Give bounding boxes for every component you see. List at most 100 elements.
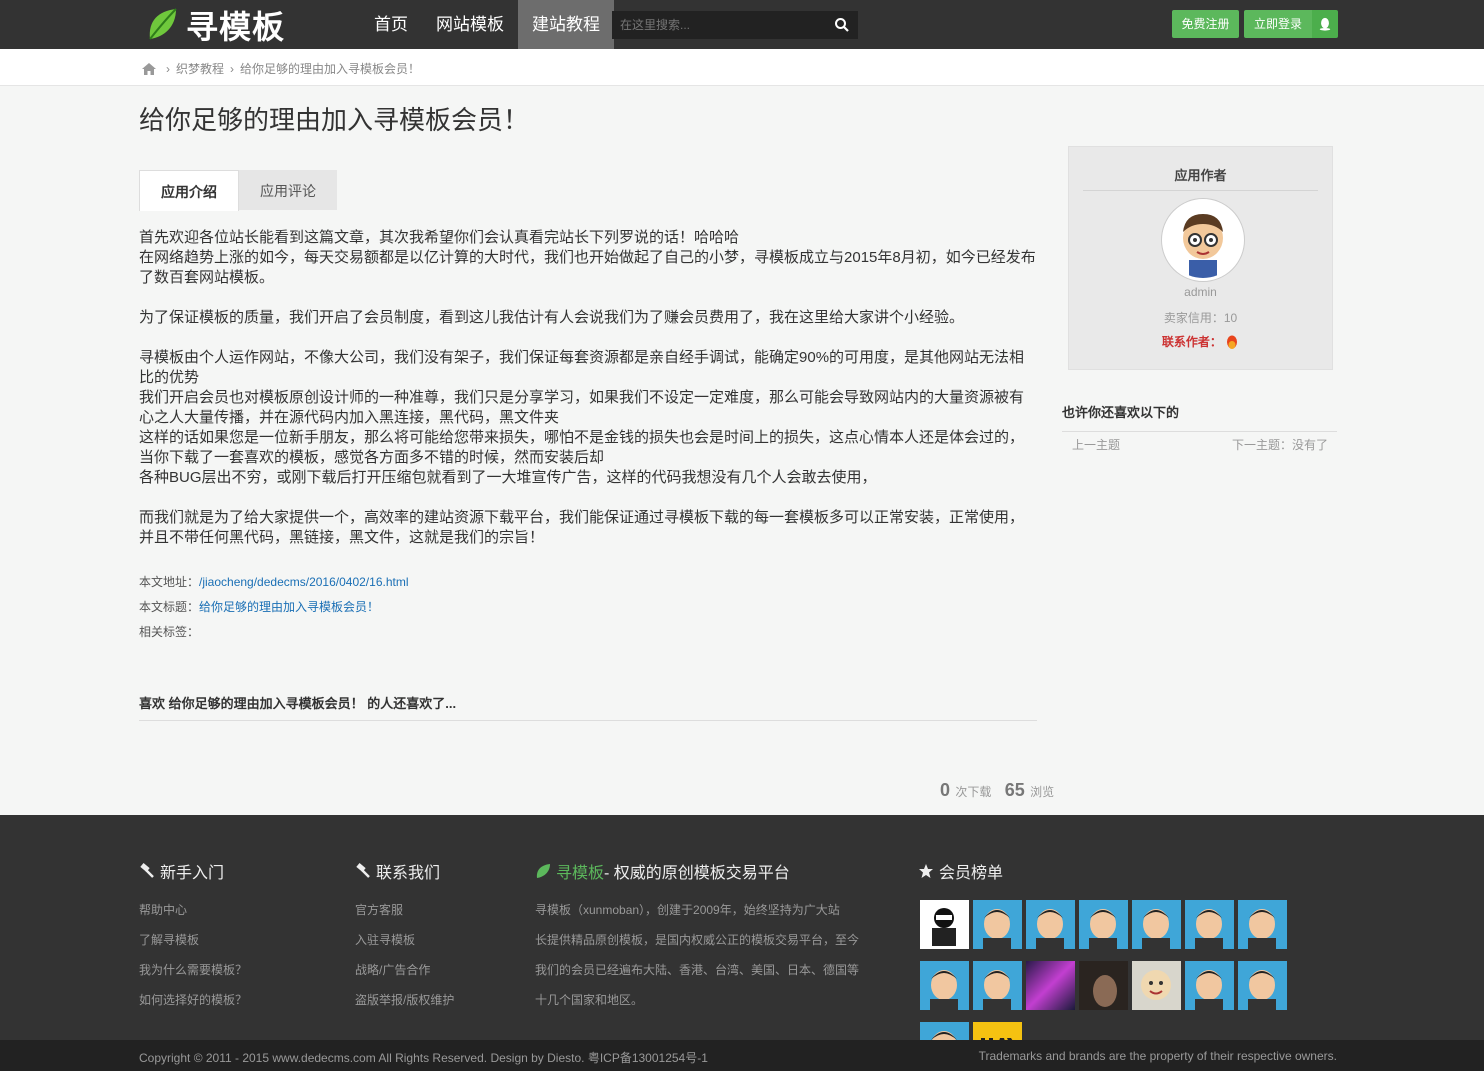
author-card-heading: 应用作者 xyxy=(1083,165,1318,191)
member-avatar[interactable] xyxy=(1026,961,1075,1010)
footer-link-join[interactable]: 入驻寻模板 xyxy=(355,925,454,955)
article-paragraph: 在网络趋势上涨的如今，每天交易额都是以亿计算的大时代，我们也开始做起了自己的小梦… xyxy=(139,249,1036,286)
member-avatar[interactable] xyxy=(1185,961,1234,1010)
footer-heading: 新手入门 xyxy=(160,865,225,882)
home-icon[interactable] xyxy=(142,62,156,75)
footer-link-ads[interactable]: 战略/广告合作 xyxy=(355,955,454,985)
search-box xyxy=(612,11,858,39)
member-avatar[interactable] xyxy=(1026,900,1075,949)
author-name[interactable]: admin xyxy=(1069,285,1332,299)
footer-heading: 会员榜单 xyxy=(939,865,1004,882)
also-liked-heading: 喜欢 给你足够的理由加入寻模板会员！ 的人还喜欢了... xyxy=(139,693,1037,721)
member-avatar[interactable] xyxy=(1079,900,1128,949)
leaf-icon xyxy=(536,864,550,878)
article-paragraph: 为了保证模板的质量，我们开启了会员制度，看到这儿我估计有人会说我们为了赚会员费用… xyxy=(139,309,965,326)
breadcrumb: › 织梦教程 › 给你足够的理由加入寻模板会员！ xyxy=(142,60,426,77)
member-avatar[interactable] xyxy=(1132,900,1181,949)
seller-credit: 卖家信用：10 xyxy=(1163,311,1238,325)
footer-about-line: 十几个国家和地区。 xyxy=(535,993,644,1007)
qq-login-button[interactable] xyxy=(1312,10,1338,38)
member-avatar[interactable] xyxy=(920,961,969,1010)
footer-heading: - 权威的原创模板交易平台 xyxy=(604,865,790,882)
download-count: 0 xyxy=(940,780,951,800)
trademark-text: Trademarks and brands are the property o… xyxy=(978,1049,1337,1063)
footer-about-line: 寻模板（xunmoban），创建于2009年，始终坚持为广大站 xyxy=(535,903,840,917)
member-avatar[interactable] xyxy=(973,961,1022,1010)
nav-home[interactable]: 首页 xyxy=(360,0,422,49)
tab-intro[interactable]: 应用介绍 xyxy=(139,170,239,211)
member-avatar[interactable] xyxy=(1238,900,1287,949)
footer-about-line: 我们的会员已经遍布大陆、香港、台湾、美国、日本、德国等 xyxy=(535,963,860,977)
author-avatar[interactable] xyxy=(1162,199,1244,281)
search-icon[interactable] xyxy=(834,17,850,33)
member-avatar[interactable] xyxy=(1238,961,1287,1010)
maybe-like-heading: 也许你还喜欢以下的 xyxy=(1062,402,1337,432)
copyright-bar: Copyright © 2011 - 2015 www.dedecms.com … xyxy=(0,1040,1484,1071)
footer-link-why[interactable]: 我为什么需要模板？ xyxy=(139,955,247,985)
footer-link-report[interactable]: 盗版举报/版权维护 xyxy=(355,985,454,1015)
tab-comments[interactable]: 应用评论 xyxy=(239,170,337,210)
download-label: 次下载 xyxy=(955,785,992,799)
breadcrumb-current: 给你足够的理由加入寻模板会员！ xyxy=(240,62,421,76)
nav-templates[interactable]: 网站模板 xyxy=(422,0,518,49)
footer-col-newbie: 新手入门 帮助中心 了解寻模板 我为什么需要模板？ 如何选择好的模板？ xyxy=(139,859,247,1015)
content-tabs: 应用介绍 应用评论 xyxy=(139,170,337,211)
qq-penguin-icon xyxy=(1319,17,1331,31)
register-button[interactable]: 免费注册 xyxy=(1172,10,1239,38)
article-url-link[interactable]: /jiaocheng/dedecms/2016/0402/16.html xyxy=(199,575,408,589)
article-body: 首先欢迎各位站长能看到这篇文章，其次我希望你们会认真看完站长下列罗说的话！哈哈哈… xyxy=(139,228,1037,548)
hammer-icon xyxy=(356,863,370,878)
leaf-logo-icon xyxy=(149,8,177,40)
view-count: 65 xyxy=(1004,780,1025,800)
member-avatar[interactable] xyxy=(973,900,1022,949)
footer: 新手入门 帮助中心 了解寻模板 我为什么需要模板？ 如何选择好的模板？ 联系我们… xyxy=(0,815,1484,1071)
author-card: 应用作者 admin 卖家信用：10 联系作者： xyxy=(1068,146,1333,370)
article-paragraph: 我们开启会员也对模板原创设计师的一种准尊，我们只是分享学习，如果我们不设定一定难… xyxy=(139,389,1025,426)
next-topic-link[interactable]: 下一主题：没有了 xyxy=(1232,436,1328,453)
top-navbar: 寻模板 首页 网站模板 建站教程 免费注册 立即登录 xyxy=(0,0,1484,49)
article-title-link[interactable]: 给你足够的理由加入寻模板会员！ xyxy=(199,600,379,614)
article-paragraph: 寻模板由个人运作网站，不像大公司，我们没有架子，我们保证每套资源都是亲自经手调试… xyxy=(139,349,1025,386)
article-paragraph: 首先欢迎各位站长能看到这篇文章，其次我希望你们会认真看完站长下列罗说的话！哈哈哈 xyxy=(139,229,740,246)
member-avatar[interactable] xyxy=(1079,961,1128,1010)
tags-label: 相关标签： xyxy=(139,625,200,639)
url-label: 本文地址： xyxy=(139,575,200,589)
article-paragraph: 各种BUG层出不穷，或刚下载后打开压缩包就看到了一大堆宣传广告，这样的代码我想没… xyxy=(139,469,877,486)
prev-topic-link[interactable]: 上一主题 xyxy=(1072,436,1120,453)
member-avatar[interactable] xyxy=(1132,961,1181,1010)
download-stats: 0 次下载 65 浏览 xyxy=(940,780,1054,801)
footer-col-members: 会员榜单 xyxy=(918,859,1003,895)
member-avatar[interactable] xyxy=(1185,900,1234,949)
footer-heading: 联系我们 xyxy=(376,865,441,882)
footer-link-about[interactable]: 了解寻模板 xyxy=(139,925,247,955)
footer-link-help[interactable]: 帮助中心 xyxy=(139,895,247,925)
breadcrumb-separator: › xyxy=(230,61,235,76)
search-input[interactable] xyxy=(612,11,834,39)
article-paragraph: 这样的话如果您是一位新手朋友，那么将可能给您带来损失，哪怕不是金钱的损失也会是时… xyxy=(139,429,1025,466)
footer-brand: 寻模板 xyxy=(556,865,605,882)
member-avatar[interactable] xyxy=(920,900,969,949)
page-title: 给你足够的理由加入寻模板会员！ xyxy=(139,105,530,135)
site-logo[interactable]: 寻模板 xyxy=(146,6,285,46)
logo-text: 寻模板 xyxy=(186,8,286,46)
nav-tutorials[interactable]: 建站教程 xyxy=(518,0,614,49)
breadcrumb-separator: › xyxy=(166,61,170,76)
contact-label: 联系作者： xyxy=(1161,335,1222,349)
hammer-icon xyxy=(140,863,154,878)
qq-contact-icon[interactable] xyxy=(1225,335,1239,351)
article-paragraph: 而我们就是为了给大家提供一个，高效率的建站资源下载平台，我们能保证通过寻模板下载… xyxy=(139,509,1025,546)
footer-about-line: 长提供精品原创模板，是国内权威公正的模板交易平台，至今 xyxy=(535,933,860,947)
footer-col-contact: 联系我们 官方客服 入驻寻模板 战略/广告合作 盗版举报/版权维护 xyxy=(355,859,454,1015)
view-label: 浏览 xyxy=(1030,785,1055,799)
cartoon-avatar-icon xyxy=(1165,202,1241,278)
copyright-text: Copyright © 2011 - 2015 www.dedecms.com … xyxy=(139,1051,708,1065)
star-icon xyxy=(919,864,933,878)
login-button[interactable]: 立即登录 xyxy=(1244,10,1312,38)
footer-link-service[interactable]: 官方客服 xyxy=(355,895,454,925)
breadcrumb-bar: › 织梦教程 › 给你足够的理由加入寻模板会员！ xyxy=(0,49,1484,86)
breadcrumb-category[interactable]: 织梦教程 xyxy=(176,60,224,77)
main-nav: 首页 网站模板 建站教程 xyxy=(360,0,614,49)
footer-col-about: 寻模板 - 权威的原创模板交易平台 寻模板（xunmoban），创建于2009年… xyxy=(535,859,875,1015)
footer-link-choose[interactable]: 如何选择好的模板？ xyxy=(139,985,247,1015)
article-meta: 本文地址：/jiaocheng/dedecms/2016/0402/16.htm… xyxy=(139,570,409,645)
